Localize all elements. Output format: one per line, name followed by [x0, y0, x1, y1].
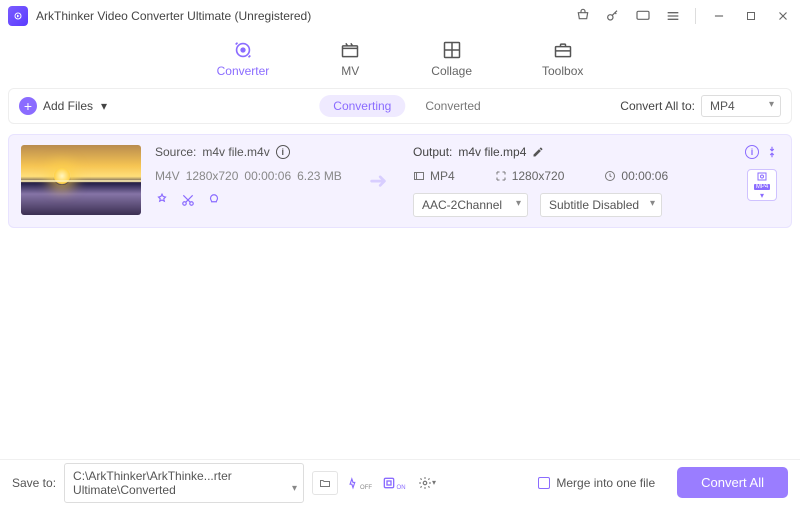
key-icon[interactable] — [605, 8, 621, 24]
save-path-select[interactable]: C:\ArkThinker\ArkThinke...rter Ultimate\… — [64, 463, 304, 503]
converter-icon — [232, 40, 254, 60]
output-name: m4v file.mp4 — [458, 145, 526, 159]
divider — [695, 8, 696, 24]
app-title: ArkThinker Video Converter Ultimate (Unr… — [36, 9, 311, 23]
maximize-button[interactable] — [742, 8, 760, 24]
output-info-icon[interactable]: i — [745, 145, 759, 159]
feedback-icon[interactable] — [635, 8, 651, 24]
merge-checkbox[interactable]: Merge into one file — [538, 476, 655, 490]
tab-converting[interactable]: Converting — [319, 95, 405, 117]
tab-collage[interactable]: Collage — [431, 40, 472, 78]
file-item: Source: m4v file.m4v i M4V 1280x720 00:0… — [8, 134, 792, 228]
collage-icon — [441, 40, 463, 60]
output-specs: MP4 1280x720 00:00:06 — [413, 169, 779, 183]
menu-icon[interactable] — [665, 8, 681, 24]
rename-icon[interactable] — [532, 146, 544, 158]
source-specs: M4V 1280x720 00:00:06 6.23 MB — [155, 169, 355, 183]
output-format-button[interactable]: MP4 ▾ — [747, 169, 777, 201]
chevron-down-icon: ▾ — [760, 191, 764, 200]
plus-icon: + — [19, 97, 37, 115]
tab-label: Converter — [217, 64, 270, 78]
enhance-icon[interactable] — [207, 193, 221, 207]
source-row: Source: m4v file.m4v i — [155, 145, 355, 159]
tab-mv[interactable]: MV — [339, 40, 361, 78]
tab-label: Collage — [431, 64, 472, 78]
subtitle-select[interactable]: Subtitle Disabled — [540, 193, 662, 217]
cart-icon[interactable] — [575, 8, 591, 24]
arrow-icon: ➜ — [369, 168, 399, 194]
toolbox-icon — [552, 40, 574, 60]
add-files-label: Add Files — [43, 99, 93, 113]
edit-icon[interactable] — [155, 193, 169, 207]
convert-all-button[interactable]: Convert All — [677, 467, 788, 498]
add-files-button[interactable]: + Add Files ▾ — [19, 97, 107, 115]
speed-button[interactable]: OFF — [346, 471, 372, 495]
save-to-label: Save to: — [12, 476, 56, 490]
output-label: Output: — [413, 145, 452, 159]
minimize-button[interactable] — [710, 8, 728, 24]
tab-converter[interactable]: Converter — [217, 40, 270, 78]
compress-icon[interactable] — [765, 145, 779, 159]
format-badge: MP4 — [754, 184, 770, 190]
gpu-button[interactable]: ON — [380, 471, 406, 495]
audio-select[interactable]: AAC-2Channel — [413, 193, 528, 217]
tab-label: Toolbox — [542, 64, 583, 78]
app-logo — [8, 6, 28, 26]
mv-icon — [339, 40, 361, 60]
cut-icon[interactable] — [181, 193, 195, 207]
settings-button[interactable]: ▾ — [414, 471, 440, 495]
tab-converted[interactable]: Converted — [425, 99, 480, 113]
bottombar: Save to: C:\ArkThinker\ArkThinke...rter … — [0, 459, 800, 505]
info-icon[interactable]: i — [276, 145, 290, 159]
convert-all-to-label: Convert All to: — [620, 99, 695, 113]
chevron-down-icon[interactable]: ▾ — [101, 99, 107, 113]
titlebar: ArkThinker Video Converter Ultimate (Unr… — [0, 0, 800, 32]
open-folder-button[interactable] — [312, 471, 338, 495]
video-thumbnail[interactable] — [21, 145, 141, 215]
close-button[interactable] — [774, 8, 792, 24]
toolbar: + Add Files ▾ Converting Converted Conve… — [8, 88, 792, 124]
tab-label: MV — [341, 64, 359, 78]
convert-all-format-select[interactable]: MP4 — [701, 95, 781, 117]
main-tabs: Converter MV Collage Toolbox — [0, 32, 800, 88]
merge-label: Merge into one file — [556, 476, 655, 490]
checkbox-icon — [538, 477, 550, 489]
tab-toolbox[interactable]: Toolbox — [542, 40, 583, 78]
